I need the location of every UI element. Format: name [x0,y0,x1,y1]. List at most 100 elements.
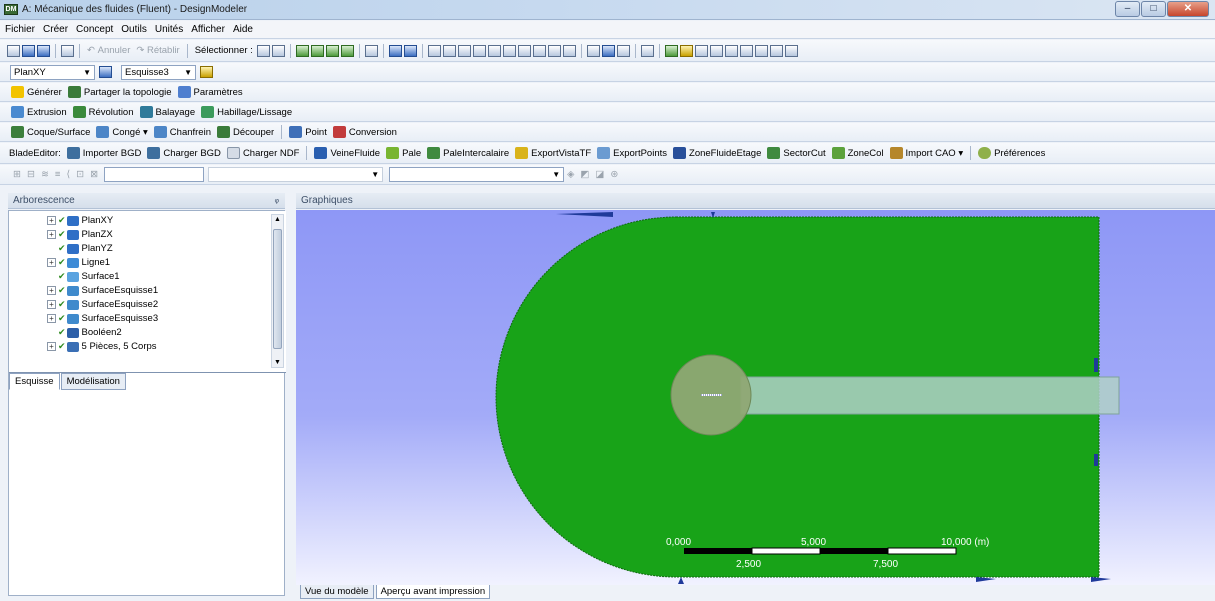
tab-modelisation[interactable]: Modélisation [60,373,126,390]
conversion-button[interactable]: Conversion [330,124,400,140]
pin-icon[interactable] [769,44,783,57]
expand-icon[interactable]: + [47,216,56,225]
extend-selection-icon[interactable] [364,44,378,57]
load-bgd-button[interactable]: Charger BGD [144,145,224,161]
load-ndf-button[interactable]: Charger NDF [224,145,303,161]
pin-icon[interactable]: ᵩ [275,194,279,205]
tree-item-surface1[interactable]: ✔ Surface1 [58,270,120,283]
edge-style-1-icon[interactable] [694,44,708,57]
menu-afficher[interactable]: Afficher [186,24,228,35]
edge-style-4-icon[interactable] [739,44,753,57]
select-all-icon[interactable] [388,44,402,57]
menu-unites[interactable]: Unités [150,24,186,35]
tree-scrollbar[interactable]: ▲ ▼ [271,214,284,368]
scroll-thumb[interactable] [273,229,282,349]
slice-button[interactable]: Découper [214,124,277,140]
select-bodies-icon[interactable] [340,44,354,57]
tab-model-view[interactable]: Vue du modèle [300,585,374,599]
shell-button[interactable]: Coque/Surface [8,124,93,140]
tree-item-planzx[interactable]: + ✔ PlanZX [47,228,113,241]
select-filter-icon[interactable] [271,44,285,57]
zoom-out-icon[interactable] [532,44,546,57]
zoom-box-icon[interactable] [472,44,486,57]
new-sketch-icon[interactable] [200,66,213,78]
tree-item-booleen2[interactable]: ✔ Booléen2 [58,326,122,339]
triad-icon[interactable] [586,44,600,57]
expand-icon[interactable]: + [47,342,56,351]
measure-tool-2-icon[interactable]: ◩ [577,167,592,183]
generate-button[interactable]: Générer [8,84,65,100]
display-edges-icon[interactable] [679,44,693,57]
sector-cut-button[interactable]: SectorCut [764,145,828,161]
graphics-viewport[interactable]: 0,000 5,000 10,000 (m) 2,500 7,500 [296,210,1215,585]
tab-print-preview[interactable]: Aperçu avant impression [375,585,491,599]
zoom-icon[interactable] [457,44,471,57]
plane-select[interactable]: PlanXY ▼ [10,64,95,80]
scroll-down-icon[interactable]: ▼ [274,359,281,366]
sketch-tool-1-icon[interactable]: ⊞ [10,167,24,183]
tree-item-surfaceesquisse3[interactable]: + ✔ SurfaceEsquisse3 [47,312,158,325]
close-button[interactable]: ✕ [1167,1,1209,17]
expand-icon[interactable]: + [47,300,56,309]
scroll-up-icon[interactable]: ▲ [274,216,281,223]
new-icon[interactable] [7,44,20,57]
splitter-button[interactable]: PaleIntercalaire [424,145,512,161]
chamfer-button[interactable]: Chanfrein [151,124,214,140]
tree-item-parts-bodies[interactable]: + ✔ 5 Pièces, 5 Corps [47,340,157,353]
measure-tool-1-icon[interactable]: ◈ [564,167,577,183]
channel-body[interactable] [740,376,1120,415]
redo-button[interactable]: ↷ Rétablir [133,43,182,59]
measure-tool-3-icon[interactable]: ◪ [592,167,607,183]
edge-style-5-icon[interactable] [754,44,768,57]
new-plane-icon[interactable] [99,66,112,78]
measure-tool-4-icon[interactable]: ⊛ [607,167,621,183]
expand-icon[interactable]: + [47,230,56,239]
preferences-button[interactable]: Préférences [975,145,1048,161]
select-faces-icon[interactable] [325,44,339,57]
display-mode-icon[interactable] [601,44,615,57]
point-button[interactable]: Point [286,124,330,140]
select-edges-icon[interactable] [310,44,324,57]
sketch-tool-2-icon[interactable]: ⊟ [24,167,38,183]
ruler-icon[interactable] [640,44,654,57]
sketch-tool-6-icon[interactable]: ⊡ [73,167,87,183]
tab-esquisse[interactable]: Esquisse [9,373,60,390]
expand-icon[interactable]: + [47,286,56,295]
filter-combo-1[interactable] [104,167,205,182]
pan-icon[interactable] [442,44,456,57]
expand-icon[interactable]: + [47,258,56,267]
zoom-fit-icon[interactable] [487,44,501,57]
menu-creer[interactable]: Créer [38,24,71,35]
zoom-window-icon[interactable] [502,44,516,57]
zoom-in-icon[interactable] [517,44,531,57]
import-bgd-button[interactable]: Importer BGD [64,145,145,161]
view-iso-icon[interactable] [562,44,576,57]
tree-item-planyz[interactable]: ✔ PlanYZ [58,242,113,255]
minimize-button[interactable]: – [1115,1,1140,17]
edge-style-3-icon[interactable] [724,44,738,57]
show-vertex-icon[interactable] [616,44,630,57]
tree-item-surfaceesquisse2[interactable]: + ✔ SurfaceEsquisse2 [47,298,158,311]
skin-button[interactable]: Habillage/Lissage [198,104,295,120]
view-180-icon[interactable] [547,44,561,57]
import-cad-button[interactable]: Import CAO ▾ [887,145,967,161]
parameters-button[interactable]: Paramètres [175,84,246,100]
tree-item-planxy[interactable]: + ✔ PlanXY [47,214,113,227]
filter-combo-2[interactable]: ▼ [208,167,384,182]
sketch-tool-5-icon[interactable]: ⟨ [63,167,73,183]
select-points-icon[interactable] [295,44,309,57]
sweep-button[interactable]: Balayage [137,104,199,120]
open-icon[interactable] [22,44,35,57]
tree-item-ligne1[interactable]: + ✔ Ligne1 [47,256,110,269]
select-new-icon[interactable] [403,44,417,57]
blade-button[interactable]: Pale [383,145,424,161]
extrusion-button[interactable]: Extrusion [8,104,70,120]
flow-path-button[interactable]: VeineFluide [311,145,383,161]
neck-zone-button[interactable]: ZoneCol [829,145,887,161]
maximize-button[interactable]: □ [1141,1,1166,17]
sketch-tool-3-icon[interactable]: ≋ [38,167,52,183]
export-points-button[interactable]: ExportPoints [594,145,670,161]
fillet-button[interactable]: Congé ▾ [93,124,150,140]
sketch-tool-7-icon[interactable]: ⊠ [87,167,101,183]
flag-icon[interactable] [784,44,798,57]
